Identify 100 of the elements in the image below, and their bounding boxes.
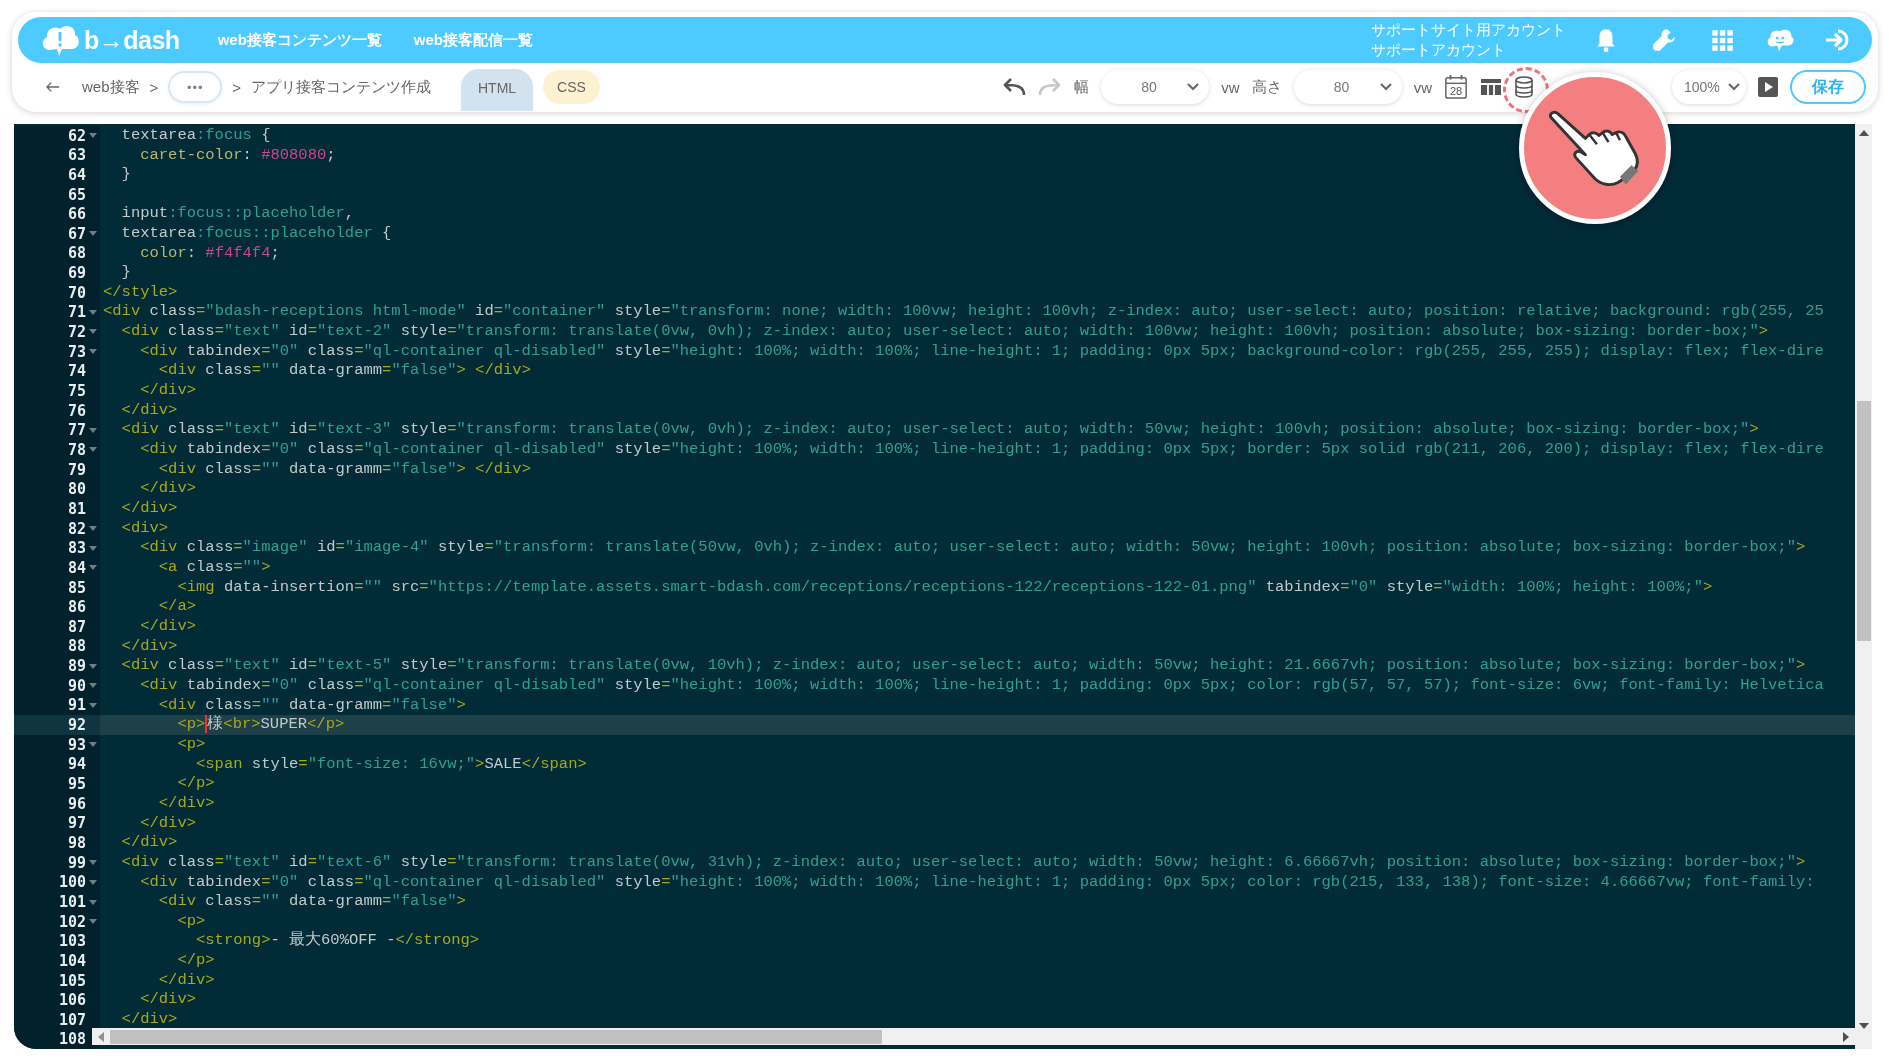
fold-triangle-icon[interactable] [89,860,97,866]
account-text: サポートアカウント [1371,41,1507,60]
line-number: 100 [58,873,86,892]
line-number: 77 [67,421,86,440]
line-number: 98 [67,834,86,853]
line-number: 69 [67,264,86,282]
line-number: 99 [67,853,86,872]
line-number: 92 [67,716,86,735]
code-line: <p> [176,734,207,755]
fold-triangle-icon[interactable] [89,879,97,885]
fold-triangle-icon[interactable] [89,447,97,453]
height-select[interactable]: 80 [1293,70,1402,104]
code-line: </div> [120,400,179,421]
line-number: 87 [67,617,86,636]
line-number: 66 [67,205,86,224]
line-number: 84 [67,558,86,577]
code-line: </div> [139,990,197,1011]
horizontal-scrollbar[interactable] [92,1028,1855,1045]
code-line: <div tabindex="0" class="ql-container ql-disabled" style="height: 100%; width: 100%; line-height: 1; padding: 0px 5px; border: 5px solid rgb(211, 206, 200); display: flex; flex-dire [139,440,1825,460]
line-number: 72 [67,322,86,341]
code-line: <span style="font-size: 16vw;">SALE</span> [195,754,588,775]
line-number: 63 [67,146,86,165]
line-number: 102 [58,912,86,931]
line-number: 82 [67,519,86,538]
fold-triangle-icon[interactable] [89,349,97,355]
breadcrumb-link[interactable]: web接客 [82,77,140,97]
fold-triangle-icon[interactable] [89,545,97,551]
editor-tab[interactable]: CSS [543,70,600,104]
calendar-button[interactable]: 28 [1444,74,1468,100]
chevron-down-icon [1379,83,1392,91]
line-number: 89 [67,657,86,676]
line-number: 68 [67,244,86,263]
fold-triangle-icon[interactable] [89,526,97,532]
line-number: 76 [67,401,86,420]
table-icon[interactable] [1480,78,1502,96]
code-line: textarea:focus { [120,126,272,146]
code-line: <div class="image" id="image-4" style="transform: translate(50vw, 0vh); z-index: auto; user-select: auto; width: 50vw; height: 100vh; position: absolute; box-sizing: border-box;"> [139,538,1807,558]
fold-triangle-icon[interactable] [89,663,97,669]
fold-triangle-icon[interactable] [89,702,97,708]
code-line: </style> [102,282,179,303]
code-line: </p> [176,774,216,794]
line-number: 103 [58,932,86,951]
zoom-select[interactable]: 100% [1672,70,1746,104]
line-number: 93 [67,735,86,754]
more-button[interactable]: ••• [168,71,223,103]
fold-triangle-icon[interactable] [89,899,97,905]
calendar-day: 28 [1447,84,1465,98]
fold-triangle-icon[interactable] [89,231,97,237]
save-button[interactable]: 保存 [1790,70,1866,104]
scroll-left-icon[interactable] [98,1031,104,1042]
fold-triangle-icon[interactable] [89,427,97,433]
code-line: } [120,165,132,185]
scrollbar-thumb[interactable] [110,1029,882,1044]
editor-tab[interactable]: HTML [461,69,534,111]
fold-triangle-icon[interactable] [89,683,97,689]
code-line: <div class="bdash-receptions html-mode" id="container" style="transform: none; width: 100vw; height: 100vh; z-index: auto; user-select: auto; position: relative; background: rgb(255, 25 [102,302,1825,323]
line-number: 75 [67,381,86,400]
undo-icon[interactable] [1002,77,1027,97]
fold-triangle-icon[interactable] [89,329,97,335]
line-number: 80 [67,480,86,499]
scroll-up-icon[interactable] [1858,130,1869,136]
code-editor[interactable] [14,124,1872,1049]
line-number: 105 [58,971,86,990]
line-number: 88 [67,637,86,656]
code-line: <div tabindex="0" class="ql-container ql-disabled" style="height: 100%; width: 100%; line-height: 1; padding: 0px 5px; color: rgb(215, 133, 138); font-size: 4.66667vw; font-family: [139,872,1816,893]
chevron-down-icon [1187,83,1200,91]
code-line: </div> [139,479,197,500]
breadcrumb-separator: > [149,78,159,96]
field-label: 幅 [1074,77,1090,97]
code-line: <div tabindex="0" class="ql-container ql-disabled" style="height: 100%; width: 100%; line-height: 1; padding: 0px 5px; color: rgb(57, 57, 57); font-size: 6vw; font-family: Helvetica [139,675,1825,696]
unit-label: vw [1221,78,1240,96]
code-line: <p> [176,911,207,932]
fold-triangle-icon[interactable] [89,309,97,315]
width-select[interactable]: 80 [1101,70,1210,104]
fold-triangle-icon[interactable] [89,919,97,925]
vertical-scrollbar[interactable] [1855,124,1872,1049]
field-label: 高さ [1251,77,1282,97]
line-number: 106 [58,991,86,1010]
fold-triangle-icon[interactable] [89,742,97,748]
code-line: caret-color: #808080; [139,145,337,166]
code-line: <div class="" data-gramm="false"> </div> [157,459,532,480]
scrollbar-thumb[interactable] [1856,401,1871,641]
scroll-right-icon[interactable] [1843,1031,1849,1042]
fold-triangle-icon[interactable] [89,565,97,571]
fold-triangle-icon[interactable] [89,133,97,139]
line-number: 62 [67,126,86,145]
database-icon[interactable] [1514,75,1534,99]
back-arrow-icon[interactable] [46,81,60,93]
code-line: </div> [120,499,179,519]
line-number: 74 [67,362,86,381]
code-line: <div class="text" id="text-5" style="transform: translate(0vw, 10vh); z-index: auto; user-select: auto; width: 50vw; height: 21.6667vh; position: absolute; box-sizing: border-box;"> [120,656,1807,676]
code-line: <div class="text" id="text-6" style="transform: translate(0vw, 31vh); z-index: auto; user-select: auto; width: 50vw; height: 6.66667vh; position: absolute; box-sizing: border-box;"> [120,852,1807,873]
line-number: 107 [58,1010,86,1029]
scroll-down-icon[interactable] [1858,1023,1869,1029]
code-line: <div> [120,518,170,539]
line-number: 96 [67,794,86,813]
line-number: 108 [58,1030,86,1049]
code-line: <div class="" data-gramm="false"> </div> [157,361,532,382]
play-icon[interactable] [1758,77,1778,97]
line-number: 90 [67,676,86,695]
